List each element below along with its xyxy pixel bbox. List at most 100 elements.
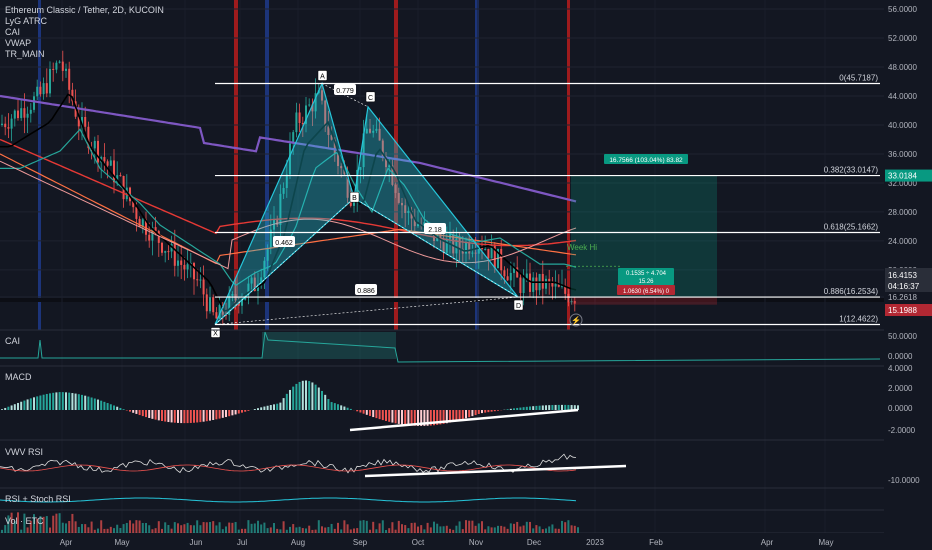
volume-bar: [170, 528, 173, 533]
time-tick-12: May: [818, 538, 833, 547]
macd-bar: [84, 395, 87, 410]
indicator-vwap[interactable]: VWAP: [5, 38, 164, 49]
candle-body: [196, 279, 199, 281]
volume-bar: [532, 528, 535, 533]
pane-label-cai[interactable]: CAI: [5, 336, 20, 346]
volume-bar: [87, 527, 90, 533]
volume-bar: [273, 523, 275, 533]
candle-body: [173, 244, 176, 266]
macd-bar: [33, 397, 35, 410]
macd-bar: [263, 406, 266, 410]
candle-body: [202, 279, 205, 295]
volume-bar: [26, 527, 29, 533]
volume-bar: [503, 526, 506, 533]
macd-bar: [10, 405, 13, 410]
volume-bar: [436, 523, 439, 533]
macd-bar: [119, 407, 122, 410]
volume-bar: [410, 522, 413, 533]
candle-body: [212, 297, 215, 313]
macd-bar: [183, 410, 186, 424]
volume-bar: [52, 515, 55, 533]
macd-bar: [385, 410, 387, 421]
pane-label-rsi-stoch[interactable]: RSI + Stoch RSI: [5, 494, 71, 504]
volume-bar: [151, 529, 154, 533]
volume-bar: [439, 526, 442, 533]
price-tick-10: 16.2618: [888, 293, 917, 302]
price-tick-3: 44.0000: [888, 92, 917, 101]
trading-chart[interactable]: 16.7566 (103.04%) 83.82 0.1535 ÷ 4.704 15.…: [0, 0, 932, 550]
pane-label-vwv-rsi[interactable]: VWV RSI: [5, 447, 43, 457]
volume-bar: [138, 520, 141, 533]
macd-bar: [1, 409, 3, 410]
pane-tick-1: 0.0000: [888, 352, 913, 361]
volume-bar: [157, 521, 160, 533]
macd-bar: [490, 410, 493, 412]
volume-bar: [301, 528, 304, 533]
candle-body: [42, 83, 45, 95]
volume-bar: [465, 520, 467, 533]
volume-bar: [55, 513, 58, 533]
macd-bar: [177, 410, 179, 423]
volume-bar: [295, 527, 298, 533]
volume-bar: [289, 526, 291, 533]
volume-bar: [461, 529, 464, 533]
macd-bar: [407, 410, 410, 426]
session-band: [567, 0, 570, 330]
volume-bar: [321, 526, 323, 533]
volume-bar: [314, 529, 317, 533]
indicator-tr-main[interactable]: TR_MAIN: [5, 49, 164, 60]
candle-body: [119, 175, 122, 177]
volume-bar: [477, 523, 480, 533]
pane-tick-0: 50.0000: [888, 332, 917, 341]
candle-body: [17, 110, 19, 119]
target-price-text: 33.0184: [888, 172, 917, 181]
symbol-title[interactable]: Ethereum Classic / Tether, 2D, KUCOIN: [5, 5, 164, 16]
macd-bar: [279, 402, 282, 410]
macd-bar: [308, 381, 311, 410]
volume-bar: [337, 522, 339, 533]
volume-bar: [122, 524, 125, 533]
pane-label-volume[interactable]: Vol · ETC: [5, 516, 44, 526]
macd-bar: [349, 408, 352, 410]
volume-bar: [298, 526, 301, 533]
volume-bar: [257, 520, 259, 533]
time-tick-10: Feb: [649, 538, 663, 547]
candle-body: [509, 272, 512, 281]
indicator-cai[interactable]: CAI: [5, 27, 164, 38]
macd-bar: [394, 410, 397, 424]
price-tick-2: 48.0000: [888, 63, 917, 72]
macd-bar: [525, 406, 528, 410]
macd-bar: [545, 405, 547, 410]
macd-bar: [170, 410, 173, 423]
indicator-lyg-atrc[interactable]: LyG ATRC: [5, 16, 164, 27]
volume-bar: [429, 527, 432, 533]
macd-bar: [132, 410, 135, 413]
macd-bar: [484, 410, 487, 413]
volume-bar: [4, 525, 7, 533]
volume-bar: [305, 528, 307, 533]
volume-bar: [209, 522, 211, 533]
macd-bar: [461, 410, 464, 420]
candle-body: [61, 61, 64, 71]
candle-body: [55, 62, 58, 70]
volume-bar: [324, 527, 327, 533]
pane-label-macd[interactable]: MACD: [5, 372, 32, 382]
candle-body: [7, 127, 10, 129]
volume-bar: [263, 522, 266, 533]
volume-bar: [570, 525, 573, 533]
macd-bar: [346, 407, 349, 410]
target-label: 16.7566 (103.04%) 83.82: [609, 157, 683, 164]
harmonic-bcd: [353, 105, 519, 298]
candle-body: [45, 83, 48, 94]
macd-bar: [61, 392, 64, 410]
candle-body: [10, 118, 13, 129]
volume-bar: [381, 520, 384, 533]
strip: [0, 298, 884, 302]
candle-body: [177, 260, 179, 266]
macd-bar: [333, 403, 336, 410]
volume-bar: [417, 526, 419, 533]
volume-bar: [551, 524, 554, 533]
ratio-label-3: 0.886: [357, 288, 375, 295]
macd-bar: [221, 410, 224, 418]
candle-body: [65, 68, 67, 71]
